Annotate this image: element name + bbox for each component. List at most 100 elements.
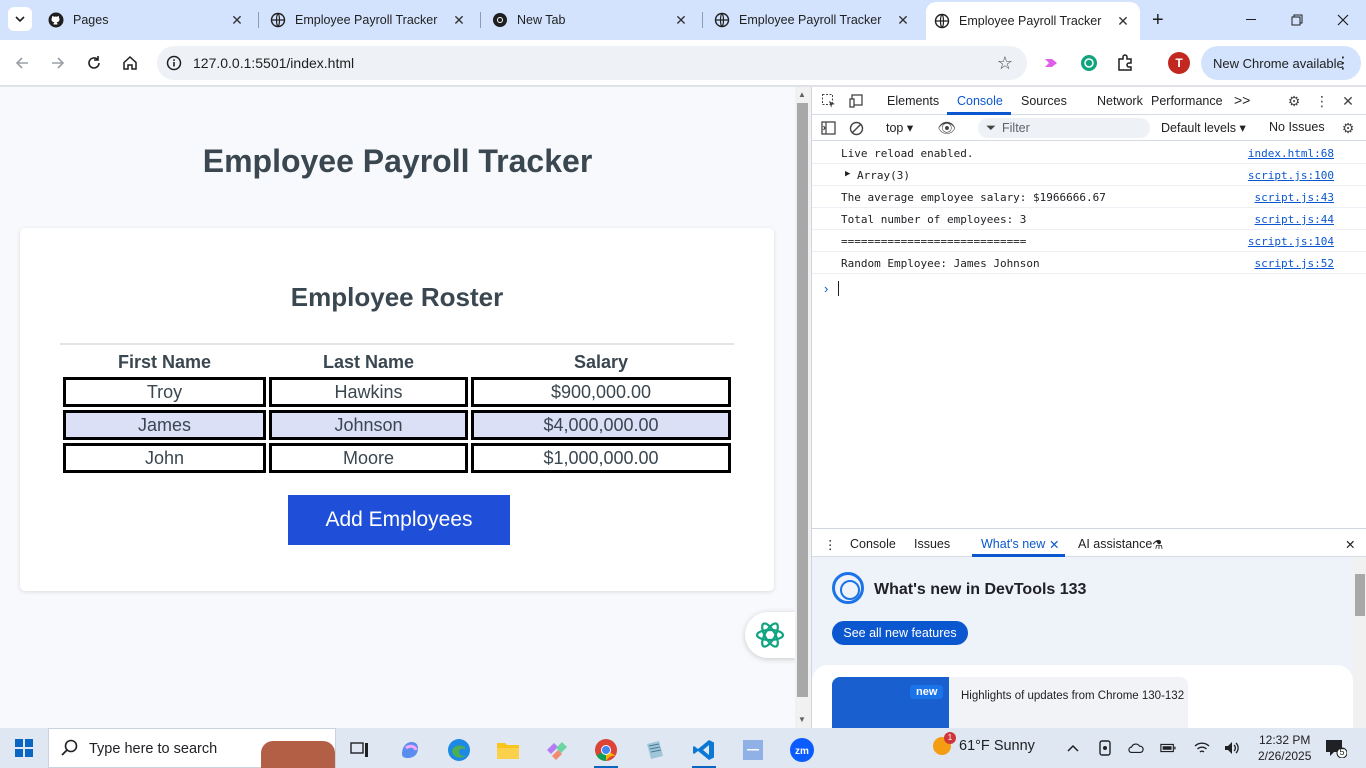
chatgpt-extension-icon[interactable] bbox=[1078, 52, 1100, 74]
forward-button[interactable] bbox=[46, 51, 70, 75]
sidebar-toggle-icon[interactable] bbox=[819, 119, 837, 137]
console-source-link[interactable]: script.js:52 bbox=[1255, 257, 1334, 270]
console-source-link[interactable]: index.html:68 bbox=[1248, 147, 1334, 160]
wifi-icon[interactable] bbox=[1194, 740, 1210, 756]
window-app-icon[interactable] bbox=[733, 732, 773, 768]
console-source-link[interactable]: script.js:44 bbox=[1255, 213, 1334, 226]
volume-icon[interactable] bbox=[1224, 740, 1240, 756]
bookmark-star-icon[interactable]: ☆ bbox=[997, 53, 1013, 74]
cell-first-name: Troy bbox=[63, 377, 266, 407]
tab-search-button[interactable] bbox=[8, 7, 32, 31]
devtools-tab-network[interactable]: Network bbox=[1097, 94, 1143, 108]
close-drawer-icon[interactable]: ✕ bbox=[1345, 537, 1355, 552]
drawer-scrollbar-thumb[interactable] bbox=[1355, 574, 1365, 616]
tab-pages[interactable]: Pages ✕ bbox=[40, 0, 254, 40]
cell-last-name: Hawkins bbox=[269, 377, 468, 407]
globe-icon bbox=[714, 12, 730, 28]
highlights-card[interactable]: new Highlights of updates from Chrome 13… bbox=[832, 677, 1188, 729]
home-button[interactable] bbox=[118, 51, 142, 75]
extension-arrow-icon[interactable] bbox=[1041, 52, 1063, 74]
tab-payroll-1[interactable]: Employee Payroll Tracker ✕ bbox=[262, 0, 476, 40]
windows-start-icon[interactable] bbox=[15, 739, 33, 757]
tray-chevron-up-icon[interactable] bbox=[1065, 740, 1081, 756]
devtools-tab-performance[interactable]: Performance bbox=[1151, 94, 1223, 108]
page-scrollbar[interactable]: ▲ ▼ bbox=[795, 87, 811, 728]
close-tab-icon[interactable]: ✕ bbox=[1049, 537, 1059, 552]
scrollbar-thumb[interactable] bbox=[797, 103, 808, 697]
inspect-element-icon[interactable] bbox=[820, 92, 838, 110]
console-source-link[interactable]: script.js:104 bbox=[1248, 235, 1334, 248]
address-bar[interactable]: 127.0.0.1:5501/index.html ☆ bbox=[157, 46, 1027, 80]
more-tabs-chevron-icon[interactable]: >> bbox=[1234, 92, 1250, 108]
close-icon[interactable]: ✕ bbox=[228, 11, 246, 29]
notification-center-icon[interactable]: 5 bbox=[1325, 738, 1348, 763]
console-filter-input[interactable]: ⏷ Filter bbox=[978, 118, 1150, 138]
see-all-new-features-button[interactable]: See all new features bbox=[832, 621, 968, 645]
file-explorer-icon[interactable] bbox=[488, 732, 528, 768]
scroll-up-icon[interactable]: ▲ bbox=[798, 90, 806, 99]
device-toolbar-icon[interactable] bbox=[848, 92, 866, 110]
console-input-caret[interactable] bbox=[838, 281, 839, 296]
floating-ai-assistant-button[interactable] bbox=[745, 612, 795, 658]
devtools-tab-sources[interactable]: Sources bbox=[1021, 94, 1067, 108]
battery-icon[interactable] bbox=[1160, 740, 1176, 756]
log-levels-dropdown[interactable]: Default levels ▾ bbox=[1161, 120, 1246, 135]
site-info-icon[interactable] bbox=[166, 55, 182, 76]
console-settings-gear-icon[interactable]: ⚙ bbox=[1339, 119, 1357, 137]
close-icon[interactable]: ✕ bbox=[894, 11, 912, 29]
minimize-button[interactable] bbox=[1236, 8, 1266, 32]
tab-payroll-2[interactable]: Employee Payroll Tracker ✕ bbox=[706, 0, 920, 40]
system-clock[interactable]: 12:32 PM 2/26/2025 bbox=[1258, 732, 1311, 764]
drawer-tab-whats-new[interactable]: What's new bbox=[981, 537, 1045, 551]
tab-payroll-active[interactable]: Employee Payroll Tracker ✕ bbox=[926, 2, 1140, 40]
profile-avatar[interactable]: T bbox=[1168, 52, 1190, 74]
home-icon bbox=[123, 55, 137, 70]
expand-triangle-icon[interactable]: ▶ bbox=[845, 169, 850, 179]
console-message[interactable]: ▶ Array(3) script.js:100 bbox=[812, 164, 1366, 186]
drawer-tab-console[interactable]: Console bbox=[850, 537, 896, 551]
console-source-link[interactable]: script.js:43 bbox=[1255, 191, 1334, 204]
copilot-icon[interactable] bbox=[390, 732, 430, 768]
context-selector[interactable]: top ▾ bbox=[886, 120, 913, 135]
kebab-menu-icon[interactable]: ⋮ bbox=[1335, 53, 1351, 73]
chrome-taskbar-icon[interactable] bbox=[586, 732, 626, 768]
new-tab-button[interactable]: + bbox=[1152, 10, 1164, 30]
vscode-icon[interactable] bbox=[684, 732, 724, 768]
drawer-tab-issues[interactable]: Issues bbox=[914, 537, 950, 551]
back-button[interactable] bbox=[10, 51, 34, 75]
notepad-icon[interactable] bbox=[635, 732, 675, 768]
eye-icon[interactable]: 👁 bbox=[937, 119, 956, 137]
clear-console-icon[interactable] bbox=[847, 119, 865, 137]
close-icon[interactable]: ✕ bbox=[1114, 12, 1132, 30]
devtools-tab-console[interactable]: Console bbox=[957, 94, 1003, 108]
zoom-app-icon[interactable]: zm bbox=[782, 732, 822, 768]
task-view-icon[interactable] bbox=[340, 732, 380, 768]
sunny-weather-icon: 1 bbox=[933, 732, 956, 755]
drawer-scrollbar[interactable] bbox=[1353, 557, 1366, 729]
weather-widget[interactable]: 1 61°F Sunny bbox=[933, 732, 1035, 755]
add-employees-button[interactable]: Add Employees bbox=[288, 495, 510, 545]
reload-button[interactable] bbox=[82, 51, 106, 75]
close-icon[interactable]: ✕ bbox=[450, 11, 468, 29]
edge-browser-icon[interactable] bbox=[439, 732, 479, 768]
settings-gear-icon[interactable]: ⚙ bbox=[1285, 92, 1303, 110]
devtools-tab-elements[interactable]: Elements bbox=[887, 94, 939, 108]
issues-count[interactable]: No Issues bbox=[1269, 120, 1325, 134]
puzzle-extensions-icon[interactable] bbox=[1114, 52, 1136, 74]
git-app-icon[interactable] bbox=[537, 732, 577, 768]
drawer-menu-icon[interactable]: ⋮ bbox=[824, 537, 837, 552]
onedrive-cloud-icon[interactable] bbox=[1128, 740, 1144, 756]
new-chrome-available-button[interactable]: New Chrome available ⋮ bbox=[1201, 46, 1361, 80]
close-window-button[interactable] bbox=[1328, 8, 1358, 32]
console-source-link[interactable]: script.js:100 bbox=[1248, 169, 1334, 182]
console-message-text[interactable]: Array(3) bbox=[857, 169, 910, 182]
scroll-down-icon[interactable]: ▼ bbox=[798, 715, 806, 724]
tray-device-icon[interactable] bbox=[1097, 740, 1113, 756]
drawer-tab-ai-assistance[interactable]: AI assistance bbox=[1078, 537, 1152, 551]
close-devtools-icon[interactable]: ✕ bbox=[1339, 92, 1357, 110]
restore-button[interactable] bbox=[1282, 8, 1312, 32]
kebab-menu-icon[interactable]: ⋮ bbox=[1313, 92, 1331, 110]
tab-new-tab[interactable]: New Tab ✕ bbox=[484, 0, 698, 40]
taskbar-search-box[interactable]: Type here to search bbox=[48, 728, 336, 768]
close-icon[interactable]: ✕ bbox=[672, 11, 690, 29]
